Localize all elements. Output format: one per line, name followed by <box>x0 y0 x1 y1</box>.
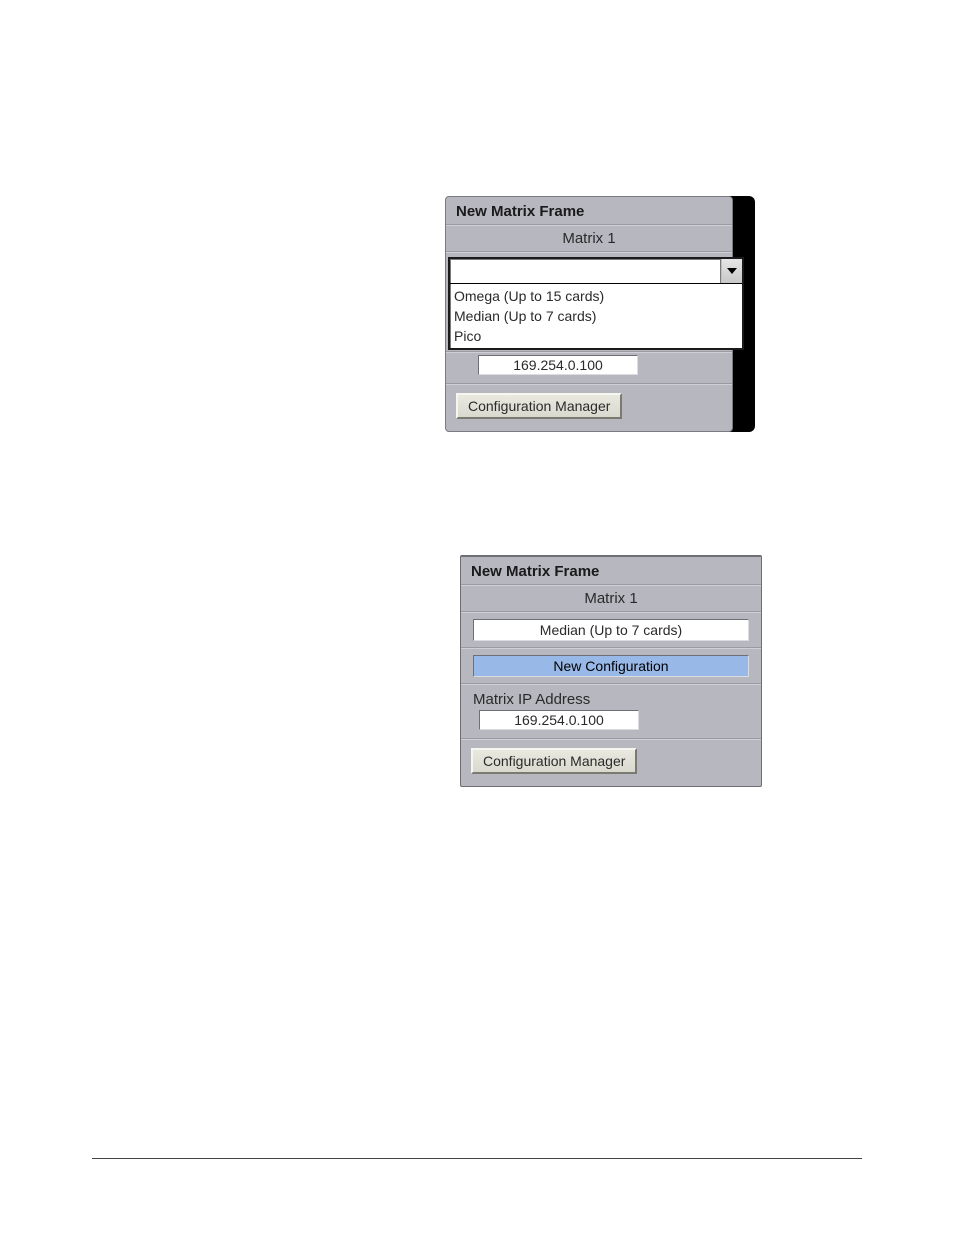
ip-row: 169.254.0.100 <box>446 352 732 384</box>
frame-type-row: Median (Up to 7 cards) <box>461 612 761 648</box>
configuration-manager-button[interactable]: Configuration Manager <box>471 748 637 774</box>
config-manager-row: Configuration Manager <box>446 384 732 431</box>
frame-type-option-pico[interactable]: Pico <box>454 326 738 346</box>
matrix-name-label: Matrix 1 <box>562 230 615 247</box>
matrix-name-row: Matrix 1 <box>461 585 761 612</box>
frame-type-row: Omega (Up to 15 cards) Median (Up to 7 c… <box>446 252 732 352</box>
config-manager-row: Configuration Manager <box>461 739 761 786</box>
frame-type-value-field[interactable]: Median (Up to 7 cards) <box>473 619 749 641</box>
figure-2-container: New Matrix Frame Matrix 1 Median (Up to … <box>460 555 770 787</box>
footer-rule <box>92 1158 862 1159</box>
ip-row: Matrix IP Address 169.254.0.100 <box>461 684 761 739</box>
matrix-ip-label: Matrix IP Address <box>467 689 755 708</box>
panel-title: New Matrix Frame <box>461 557 761 585</box>
frame-type-dropdown[interactable]: Omega (Up to 15 cards) Median (Up to 7 c… <box>448 257 744 350</box>
matrix-ip-input[interactable]: 169.254.0.100 <box>478 355 638 375</box>
configuration-manager-button[interactable]: Configuration Manager <box>456 393 622 419</box>
frame-type-dropdown-list: Omega (Up to 15 cards) Median (Up to 7 c… <box>450 283 742 348</box>
frame-type-dropdown-arrow-button[interactable] <box>721 259 742 283</box>
matrix-ip-input[interactable]: 169.254.0.100 <box>479 710 639 730</box>
page: New Matrix Frame Matrix 1 <box>0 0 954 1235</box>
figure-1-container: New Matrix Frame Matrix 1 <box>445 196 755 432</box>
new-configuration-button[interactable]: New Configuration <box>473 655 749 677</box>
matrix-name-label: Matrix 1 <box>584 590 637 607</box>
panel-title: New Matrix Frame <box>446 197 732 225</box>
frame-type-input-row <box>450 259 742 283</box>
new-configuration-row: New Configuration <box>461 648 761 684</box>
new-matrix-frame-panel-open-dropdown: New Matrix Frame Matrix 1 <box>445 196 733 432</box>
frame-type-option-median[interactable]: Median (Up to 7 cards) <box>454 306 738 326</box>
frame-type-option-omega[interactable]: Omega (Up to 15 cards) <box>454 286 738 306</box>
matrix-name-row: Matrix 1 <box>446 225 732 252</box>
frame-type-combo-wrap: Omega (Up to 15 cards) Median (Up to 7 c… <box>448 257 730 287</box>
chevron-down-icon <box>727 268 737 274</box>
figure-1-black-outer: New Matrix Frame Matrix 1 <box>445 196 755 432</box>
new-matrix-frame-panel-selected: New Matrix Frame Matrix 1 Median (Up to … <box>460 555 762 787</box>
frame-type-selected-text[interactable] <box>450 259 721 283</box>
